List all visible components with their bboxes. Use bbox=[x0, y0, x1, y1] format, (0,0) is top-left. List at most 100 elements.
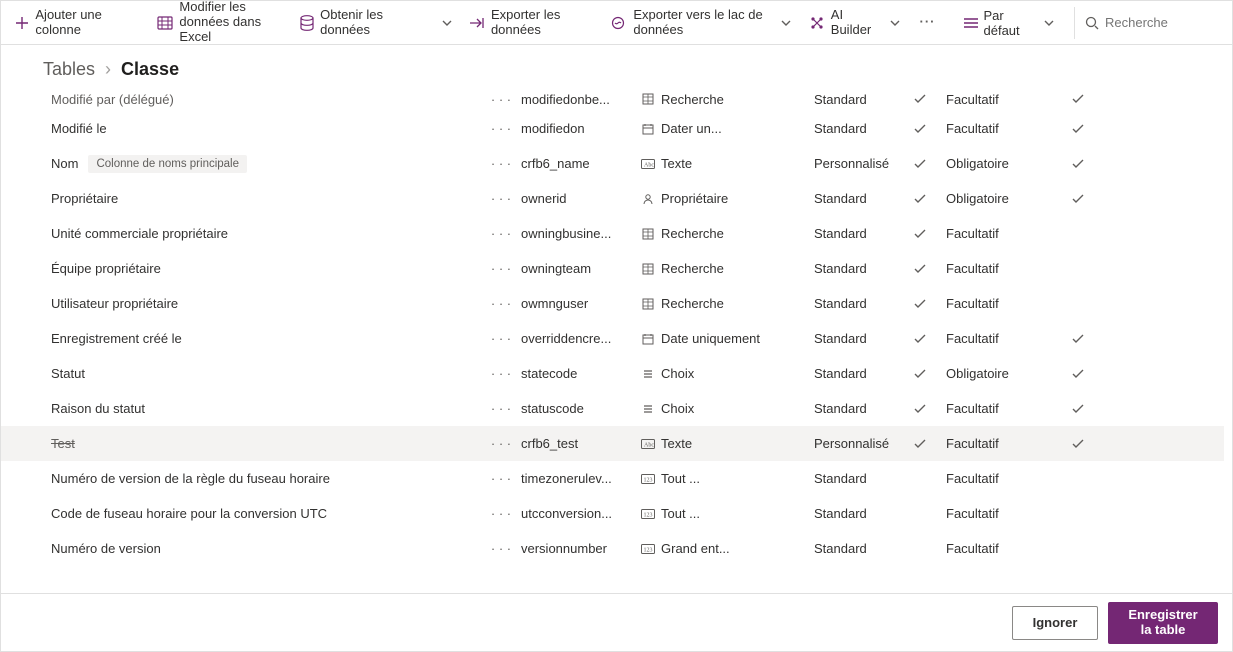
table-row[interactable]: NomColonne de noms principale· · ·crfb6_… bbox=[1, 146, 1224, 181]
display-name-text: Équipe propriétaire bbox=[51, 261, 161, 276]
row-menu-button[interactable]: · · · bbox=[481, 436, 521, 451]
column-customizable bbox=[894, 264, 946, 274]
check-icon bbox=[1072, 334, 1084, 344]
lookup-icon bbox=[641, 92, 655, 106]
table-row[interactable]: Raison du statut· · ·statuscodeChoixStan… bbox=[1, 391, 1224, 426]
check-icon bbox=[1072, 194, 1084, 204]
column-schema-name: owningteam bbox=[521, 261, 641, 276]
check-icon bbox=[914, 439, 926, 449]
table-row[interactable]: Test· · ·crfb6_testAbcTextePersonnaliséF… bbox=[1, 426, 1224, 461]
row-menu-button[interactable]: · · · bbox=[481, 331, 521, 346]
data-type-label: Propriétaire bbox=[661, 191, 728, 206]
table-row[interactable]: Équipe propriétaire· · ·owningteamRecher… bbox=[1, 251, 1224, 286]
table-row[interactable]: Utilisateur propriétaire· · ·owmnguserRe… bbox=[1, 286, 1224, 321]
display-name-text: Utilisateur propriétaire bbox=[51, 296, 178, 311]
check-icon bbox=[1072, 439, 1084, 449]
row-menu-button[interactable]: · · · bbox=[481, 261, 521, 276]
table-row[interactable]: Code de fuseau horaire pour la conversio… bbox=[1, 496, 1224, 531]
columns-table: Modifié par (délégué)· · ·modifiedonbe..… bbox=[1, 87, 1224, 589]
column-display-name: Unité commerciale propriétaire bbox=[51, 226, 481, 241]
get-data-label: Obtenir les données bbox=[320, 8, 424, 38]
ai-builder-button[interactable]: AI Builder bbox=[803, 3, 908, 43]
check-icon bbox=[1072, 124, 1084, 134]
row-menu-button[interactable]: · · · bbox=[481, 156, 521, 171]
row-menu-button[interactable]: · · · bbox=[481, 191, 521, 206]
column-display-name: Modifié le bbox=[51, 121, 481, 136]
row-menu-button[interactable]: · · · bbox=[481, 506, 521, 521]
row-menu-button[interactable]: · · · bbox=[481, 121, 521, 136]
check-icon bbox=[914, 229, 926, 239]
column-schema-name: utcconversion... bbox=[521, 506, 641, 521]
column-display-name: Numéro de version de la règle du fuseau … bbox=[51, 471, 481, 486]
column-schema-name: modifiedonbe... bbox=[521, 92, 641, 107]
column-data-type: Choix bbox=[641, 366, 814, 381]
export-lake-button[interactable]: Exporter vers le lac de données bbox=[605, 3, 770, 43]
search-box[interactable] bbox=[1074, 7, 1224, 39]
number-icon: 123 bbox=[641, 507, 655, 521]
table-row[interactable]: Unité commerciale propriétaire· · ·ownin… bbox=[1, 216, 1224, 251]
check-icon bbox=[914, 124, 926, 134]
column-customizable bbox=[894, 229, 946, 239]
column-required: Obligatoire bbox=[946, 191, 1058, 206]
column-required: Facultatif bbox=[946, 541, 1058, 556]
search-input[interactable] bbox=[1105, 15, 1195, 30]
view-switcher-icon bbox=[964, 17, 978, 29]
column-display-name: Utilisateur propriétaire bbox=[51, 296, 481, 311]
data-type-label: Texte bbox=[661, 436, 692, 451]
export-lake-chevron[interactable] bbox=[776, 9, 797, 37]
column-searchable bbox=[1058, 369, 1098, 379]
check-icon bbox=[914, 334, 926, 344]
row-menu-button[interactable]: · · · bbox=[481, 296, 521, 311]
table-row[interactable]: Modifié le· · ·modifiedonDater un...Stan… bbox=[1, 111, 1224, 146]
edit-excel-button[interactable]: Modifier les données dans Excel bbox=[151, 3, 287, 43]
check-icon bbox=[914, 299, 926, 309]
column-customizable bbox=[894, 159, 946, 169]
view-switcher-chevron bbox=[1044, 20, 1054, 26]
column-required: Obligatoire bbox=[946, 156, 1058, 171]
date-icon bbox=[641, 122, 655, 136]
row-menu-button[interactable]: · · · bbox=[481, 541, 521, 556]
breadcrumb-current: Classe bbox=[121, 59, 179, 80]
column-data-type: Date uniquement bbox=[641, 331, 814, 346]
edit-excel-label: Modifier les données dans Excel bbox=[179, 0, 281, 45]
text-icon: Abc bbox=[641, 157, 655, 171]
add-column-button[interactable]: Ajouter une colonne bbox=[9, 3, 145, 43]
column-schema-name: crfb6_test bbox=[521, 436, 641, 451]
view-switcher-button[interactable]: Par défaut bbox=[954, 8, 1064, 38]
column-required: Facultatif bbox=[946, 296, 1058, 311]
row-menu-button[interactable]: · · · bbox=[481, 366, 521, 381]
table-row[interactable]: Numéro de version· · ·versionnumber123Gr… bbox=[1, 531, 1224, 566]
save-table-button-label: Enregistrer la table bbox=[1123, 608, 1203, 637]
display-name-text: Numéro de version bbox=[51, 541, 161, 556]
table-row[interactable]: Numéro de version de la règle du fuseau … bbox=[1, 461, 1224, 496]
column-searchable bbox=[1058, 334, 1098, 344]
column-schema-name: statecode bbox=[521, 366, 641, 381]
display-name-text: Modifié par (délégué) bbox=[51, 92, 174, 107]
column-customizable bbox=[894, 334, 946, 344]
breadcrumb: Tables › Classe bbox=[1, 45, 1232, 90]
table-row[interactable]: Enregistrement créé le· · ·overriddencre… bbox=[1, 321, 1224, 356]
column-searchable bbox=[1058, 194, 1098, 204]
database-icon bbox=[300, 15, 314, 31]
column-schema-name: owmnguser bbox=[521, 296, 641, 311]
data-type-label: Date uniquement bbox=[661, 331, 760, 346]
get-data-chevron[interactable] bbox=[436, 9, 457, 37]
row-menu-button[interactable]: · · · bbox=[481, 226, 521, 241]
data-type-label: Recherche bbox=[661, 226, 724, 241]
cancel-button[interactable]: Ignorer bbox=[1012, 606, 1098, 640]
table-row[interactable]: Statut· · ·statecodeChoixStandardObligat… bbox=[1, 356, 1224, 391]
export-data-button[interactable]: Exporter les données bbox=[463, 3, 599, 43]
row-menu-button[interactable]: · · · bbox=[481, 471, 521, 486]
get-data-button[interactable]: Obtenir les données bbox=[294, 3, 430, 43]
column-searchable bbox=[1058, 439, 1098, 449]
column-customizable bbox=[894, 369, 946, 379]
save-table-button[interactable]: Enregistrer la table bbox=[1108, 602, 1218, 644]
breadcrumb-root[interactable]: Tables bbox=[43, 59, 95, 80]
table-row[interactable]: Propriétaire· · ·owneridPropriétaireStan… bbox=[1, 181, 1224, 216]
table-row[interactable]: Modifié par (délégué) · · ·modifiedonbe..… bbox=[1, 87, 1224, 111]
data-type-label: Choix bbox=[661, 401, 694, 416]
row-menu-button[interactable]: · · · bbox=[481, 401, 521, 416]
row-menu-button[interactable]: · · · bbox=[481, 92, 521, 107]
overflow-menu-button[interactable]: ··· bbox=[914, 3, 942, 43]
ai-builder-label: AI Builder bbox=[831, 8, 883, 38]
